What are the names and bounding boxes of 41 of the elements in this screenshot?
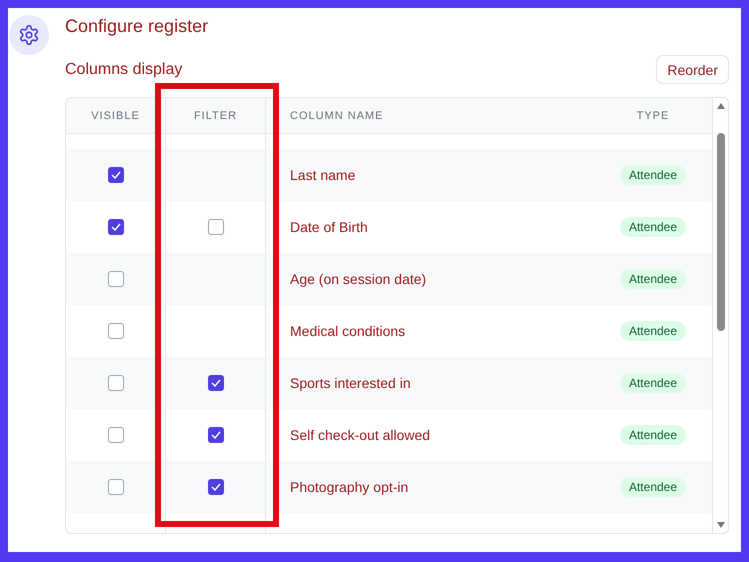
column-header: TYPE bbox=[636, 110, 670, 122]
column-name: Medical conditions bbox=[290, 323, 406, 339]
type-tag: Attendee bbox=[620, 373, 686, 393]
check-icon bbox=[110, 171, 120, 179]
check-icon bbox=[110, 223, 120, 231]
visible-checkbox[interactable] bbox=[108, 479, 124, 495]
section-title: Columns display bbox=[65, 60, 182, 78]
type-tag: Attendee bbox=[620, 477, 686, 497]
column-name: Date of Birth bbox=[290, 219, 368, 235]
filter-checkbox[interactable] bbox=[208, 375, 224, 391]
filter-checkbox[interactable] bbox=[208, 479, 224, 495]
check-icon bbox=[210, 483, 220, 491]
settings-icon bbox=[9, 15, 49, 55]
visible-checkbox[interactable] bbox=[108, 271, 124, 287]
filter-checkbox[interactable] bbox=[208, 219, 224, 235]
column-header: VISIBLE bbox=[91, 110, 140, 122]
type-tag: Attendee bbox=[620, 269, 686, 289]
visible-checkbox[interactable] bbox=[108, 375, 124, 391]
scrollbar-thumb[interactable] bbox=[717, 133, 725, 331]
visible-checkbox[interactable] bbox=[108, 323, 124, 339]
scroll-up-arrow-icon[interactable] bbox=[716, 102, 726, 110]
column-header: COLUMN NAME bbox=[290, 110, 384, 122]
type-tag: Attendee bbox=[620, 165, 686, 185]
visible-checkbox[interactable] bbox=[108, 167, 124, 183]
check-icon bbox=[210, 431, 220, 439]
visible-checkbox[interactable] bbox=[108, 219, 124, 235]
scroll-down-arrow-icon[interactable] bbox=[716, 521, 726, 529]
type-tag: Attendee bbox=[620, 425, 686, 445]
type-tag: Attendee bbox=[620, 321, 686, 341]
filter-checkbox[interactable] bbox=[208, 427, 224, 443]
visible-checkbox[interactable] bbox=[108, 427, 124, 443]
column-header: FILTER bbox=[194, 110, 238, 122]
column-name: Age (on session date) bbox=[290, 271, 426, 287]
type-tag: Attendee bbox=[620, 217, 686, 237]
column-name: Self check-out allowed bbox=[290, 427, 430, 443]
column-name: Sports interested in bbox=[290, 375, 411, 391]
column-name: Last name bbox=[290, 167, 356, 183]
page-title: Configure register bbox=[65, 15, 210, 37]
reorder-button[interactable]: Reorder bbox=[656, 55, 729, 84]
column-name: Photography opt-in bbox=[290, 479, 408, 495]
check-icon bbox=[210, 379, 220, 387]
